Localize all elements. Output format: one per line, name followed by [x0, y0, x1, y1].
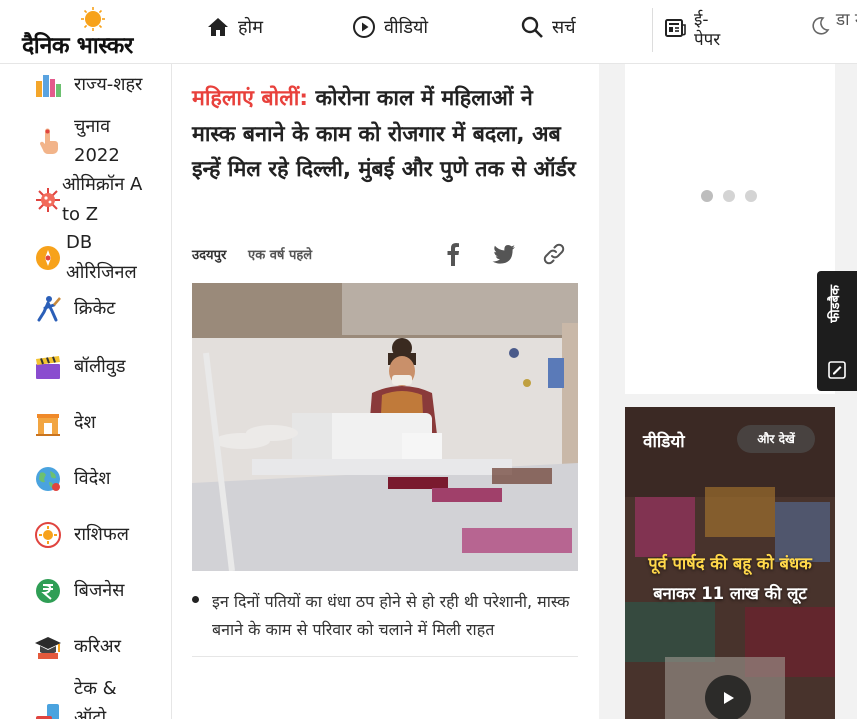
sidebar-item-label: विदेश — [74, 468, 111, 489]
sidebar-item-omicron[interactable]: ओमिक्रॉन A to Z — [34, 170, 152, 230]
nav-search[interactable]: सर्च — [520, 12, 576, 42]
carousel-dot[interactable] — [745, 190, 757, 202]
top-bar: दैनिक भास्कर होम वीडियो सर्च ई-पेपर डा म… — [0, 0, 857, 64]
article-meta: उदयपुर एक वर्ष पहले — [192, 242, 578, 266]
video-card[interactable]: वीडियो और देखें पूर्व पार्षद की बहू को ब… — [625, 407, 835, 719]
site-logo[interactable]: दैनिक भास्कर — [22, 6, 164, 59]
facebook-icon[interactable] — [446, 242, 460, 266]
zodiac-icon — [34, 521, 62, 549]
search-icon — [521, 16, 543, 38]
sidebar-item-label: टेक & ऑटो — [74, 678, 117, 719]
bullet-dot — [192, 596, 199, 603]
article-city: उदयपुर — [192, 248, 227, 263]
carousel-dot[interactable] — [723, 190, 735, 202]
feedback-icon — [828, 361, 846, 379]
sidebar-item-business[interactable]: बिजनेस — [34, 576, 166, 605]
sidebar-item-cricket[interactable]: क्रिकेट — [34, 294, 166, 323]
nav-epaper[interactable]: ई-पेपर — [664, 10, 734, 50]
ad-carousel[interactable] — [625, 64, 835, 394]
sidebar-item-world[interactable]: विदेश — [34, 464, 166, 493]
category-sidebar: राज्य-शहर चुनाव 2022 ओमिक्रॉन A to Z DB … — [0, 64, 172, 719]
sidebar-item-states[interactable]: राज्य-शहर — [34, 70, 166, 99]
video-caption: पूर्व पार्षद की बहू को बंधक बनाकर 11 लाख… — [625, 549, 835, 609]
logo-text: दैनिक भास्कर — [22, 33, 133, 59]
sidebar-item-label: राज्य-शहर — [74, 74, 143, 95]
sidebar-item-db-original[interactable]: DB ओरिजिनल — [34, 228, 156, 288]
sidebar-item-career[interactable]: करिअर — [34, 632, 166, 661]
feedback-tab[interactable]: फीडबैक — [817, 271, 857, 391]
sidebar-item-label: देश — [74, 412, 96, 433]
play-circle-icon — [353, 16, 375, 38]
sidebar-item-label: ओमिक्रॉन A to Z — [62, 174, 143, 225]
sidebar-item-horoscope[interactable]: राशिफल — [34, 520, 166, 549]
article-time: एक वर्ष पहले — [248, 248, 313, 263]
epaper-label: ई-पेपर — [694, 10, 721, 50]
caption-highlight: पूर्व पार्षद की बहू को बंधक — [648, 554, 812, 573]
home-icon — [208, 18, 228, 36]
nav-divider — [652, 8, 653, 52]
dark-mode-label: डा मो — [836, 10, 857, 30]
article-photo[interactable] — [192, 283, 578, 571]
article-card[interactable]: महिलाएं बोलीं: कोरोना काल में महिलाओं ने… — [192, 64, 582, 657]
article-summary: इन दिनों पतियों का धंधा ठप होने से हो रह… — [192, 588, 578, 657]
dark-mode-toggle[interactable]: डा मो — [810, 10, 857, 36]
sidebar-item-country[interactable]: देश — [34, 408, 166, 437]
nav-video[interactable]: वीडियो — [352, 12, 428, 42]
photo-scene — [192, 283, 578, 571]
india-gate-icon — [34, 409, 62, 437]
nav-home-label: होम — [238, 17, 263, 38]
sidebar-item-election[interactable]: चुनाव 2022 — [34, 112, 134, 170]
caption-rest: बनाकर 11 लाख की लूट — [653, 584, 807, 603]
graduation-cap-icon — [34, 633, 62, 661]
sidebar-item-label: बॉलीवुड — [74, 356, 126, 377]
carousel-dots — [701, 190, 757, 202]
rupee-icon — [34, 577, 62, 605]
virus-icon — [34, 186, 62, 214]
sidebar-item-label: चुनाव 2022 — [74, 116, 120, 166]
play-button[interactable] — [705, 675, 751, 719]
twitter-icon[interactable] — [492, 242, 516, 266]
right-rail: फीडबैक वीडियो और देखें पूर्व पार्षद की ब… — [599, 64, 857, 719]
play-icon — [724, 692, 734, 704]
headline-kicker: महिलाएं बोलीं: — [192, 86, 308, 111]
feedback-label: फीडबैक — [828, 285, 843, 323]
newspaper-icon — [665, 19, 686, 37]
sidebar-item-label: क्रिकेट — [74, 298, 116, 319]
link-icon[interactable] — [542, 242, 566, 266]
clapperboard-icon — [34, 353, 62, 381]
moon-icon — [812, 17, 830, 35]
db-original-icon — [34, 244, 62, 272]
tech-auto-icon — [34, 702, 62, 719]
city-icon — [34, 71, 62, 99]
sidebar-item-bollywood[interactable]: बॉलीवुड — [34, 352, 166, 381]
sidebar-item-tech-auto[interactable]: टेक & ऑटो — [34, 674, 128, 719]
nav-video-label: वीडियो — [384, 17, 429, 38]
summary-text: इन दिनों पतियों का धंधा ठप होने से हो रह… — [212, 592, 570, 639]
sidebar-item-label: राशिफल — [74, 524, 130, 545]
voting-finger-icon — [34, 127, 62, 155]
video-section-title: वीडियो — [643, 432, 685, 452]
sidebar-item-label: DB ओरिजिनल — [66, 232, 137, 283]
cricket-icon — [34, 295, 62, 323]
nav-home[interactable]: होम — [206, 12, 263, 42]
globe-icon — [34, 465, 62, 493]
nav-search-label: सर्च — [552, 17, 576, 38]
sidebar-item-label: बिजनेस — [74, 580, 125, 601]
article-headline[interactable]: महिलाएं बोलीं: कोरोना काल में महिलाओं ने… — [192, 81, 582, 188]
sidebar-item-label: करिअर — [74, 636, 121, 657]
carousel-dot[interactable] — [701, 190, 713, 202]
see-more-button[interactable]: और देखें — [737, 425, 815, 453]
